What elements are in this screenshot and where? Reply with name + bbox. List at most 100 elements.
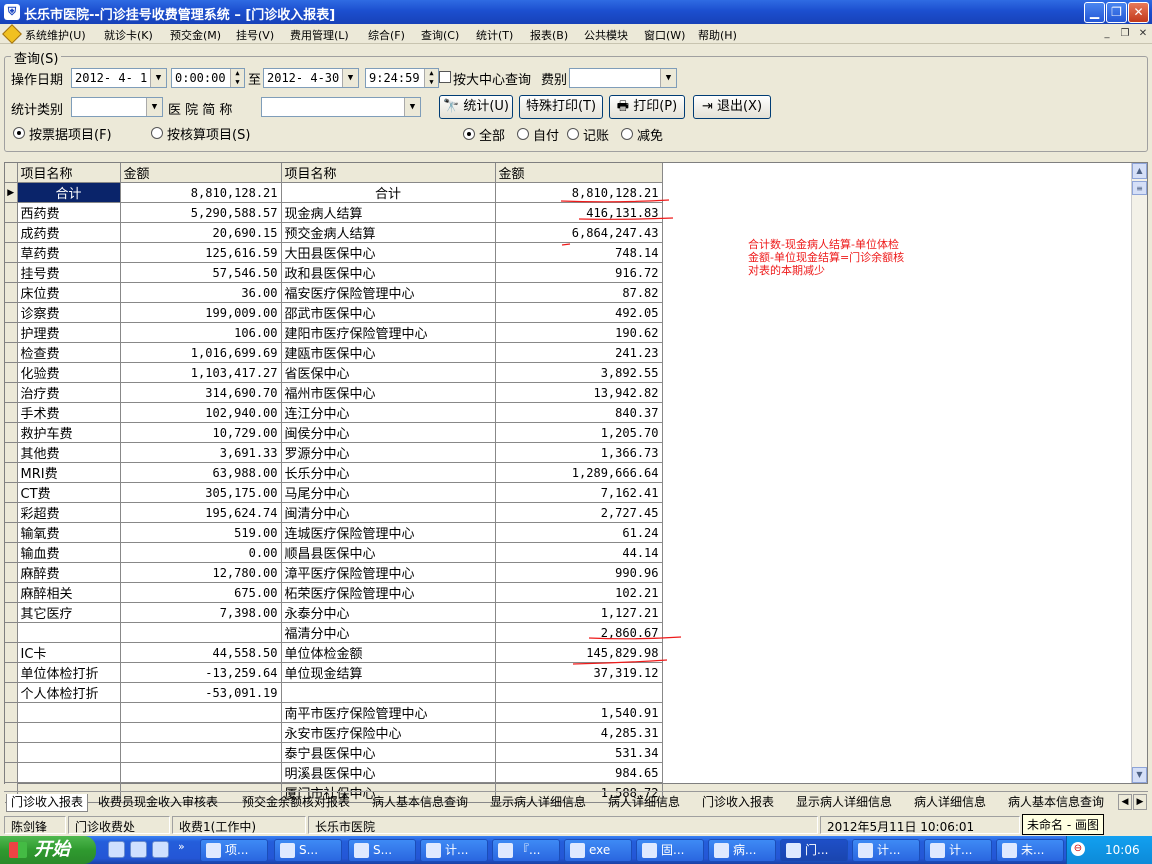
vertical-scrollbar[interactable]: ▲ ≡ ▼ [1131, 163, 1147, 783]
table-row[interactable]: 永安市医疗保险中心 4,285.31 [5, 722, 663, 743]
table-cell[interactable]: 南平市医疗保险管理中心 [281, 702, 496, 723]
table-cell[interactable] [120, 722, 282, 743]
close-button[interactable]: ✕ [1128, 2, 1149, 23]
mdi-minimize-icon[interactable]: _ [1100, 28, 1114, 41]
menu-system[interactable]: 系统维护(U) [25, 27, 86, 43]
table-cell[interactable]: 1,540.91 [495, 702, 663, 723]
menu-prepay[interactable]: 预交金(M) [170, 27, 221, 43]
tab-scroll-left-icon[interactable]: ◀ [1118, 794, 1132, 810]
table-cell[interactable] [281, 682, 496, 703]
mdi-restore-icon[interactable]: ❐ [1118, 28, 1132, 41]
scroll-down-icon[interactable]: ▼ [1132, 767, 1147, 783]
maximize-button[interactable]: ❐ [1106, 2, 1127, 23]
table-row[interactable]: 个人体检打折 -53,091.19 [5, 682, 663, 703]
taskbar-button[interactable]: 门... [780, 839, 848, 862]
menu-register[interactable]: 挂号(V) [236, 27, 274, 43]
taskbar-button[interactable]: 计... [420, 839, 488, 862]
menu-query[interactable]: 查询(C) [421, 27, 459, 43]
tab-scroll-right-icon[interactable]: ▶ [1133, 794, 1147, 810]
menu-window[interactable]: 窗口(W) [644, 27, 685, 43]
chevron-down-icon[interactable]: ▼ [342, 69, 358, 87]
print-button[interactable]: 🖶 打印(P) [609, 95, 685, 119]
table-cell[interactable]: 4,285.31 [495, 722, 663, 743]
taskbar-button[interactable]: 计... [852, 839, 920, 862]
quicklaunch-browser-icon[interactable] [152, 841, 169, 858]
table-row[interactable]: 明溪县医保中心 984.65 [5, 762, 663, 783]
start-button[interactable]: 开始 [0, 836, 96, 864]
chevron-down-icon[interactable]: ▼ [404, 98, 420, 116]
menu-common[interactable]: 公共模块 [584, 27, 628, 43]
radio-free[interactable] [621, 128, 633, 140]
table-cell[interactable]: 984.65 [495, 762, 663, 783]
quicklaunch-desktop-icon[interactable] [108, 841, 125, 858]
taskbar-button[interactable]: 病... [708, 839, 776, 862]
menu-card[interactable]: 就诊卡(K) [104, 27, 153, 43]
spin-icon[interactable]: ▲ ▼ [230, 69, 244, 87]
start-time-field[interactable]: 0:00:00 ▲ ▼ [171, 68, 245, 88]
chevron-down-icon[interactable]: ▼ [150, 69, 166, 87]
menu-help[interactable]: 帮助(H) [698, 27, 737, 43]
table-row[interactable]: 南平市医疗保险管理中心 1,540.91 [5, 702, 663, 723]
center-query-checkbox[interactable] [439, 71, 451, 83]
taskbar-button[interactable]: 计... [924, 839, 992, 862]
taskbar-button[interactable]: S... [274, 839, 342, 862]
end-time-field[interactable]: 9:24:59 ▲ ▼ [365, 68, 439, 88]
chevron-down-icon[interactable]: ▼ [660, 69, 676, 87]
radio-self[interactable] [517, 128, 529, 140]
taskbar-button[interactable]: 『... [492, 839, 560, 862]
table-cell[interactable]: 明溪县医保中心 [281, 762, 496, 783]
tab-item[interactable]: 显示病人详细信息 [486, 794, 590, 812]
table-cell[interactable] [120, 742, 282, 763]
tab-item[interactable]: 收费员现金收入审核表 [94, 794, 222, 812]
tab-item[interactable]: 病人详细信息 [604, 794, 684, 812]
chevron-down-icon[interactable]: ▼ [146, 98, 162, 116]
table-cell[interactable] [17, 742, 121, 763]
table-cell[interactable]: -53,091.19 [120, 682, 282, 703]
scroll-thumb[interactable]: ≡ [1132, 181, 1147, 195]
table-row[interactable]: 泰宁县医保中心 531.34 [5, 742, 663, 763]
table-cell[interactable] [120, 702, 282, 723]
table-cell[interactable]: 永安市医疗保险中心 [281, 722, 496, 743]
quicklaunch-more-icon[interactable]: » [178, 840, 185, 853]
menu-report[interactable]: 报表(B) [530, 27, 568, 43]
end-date-picker[interactable]: 2012- 4-30 ▼ [263, 68, 359, 88]
start-date-picker[interactable]: 2012- 4- 1 ▼ [71, 68, 167, 88]
taskbar-button[interactable]: 项... [200, 839, 268, 862]
system-menu-icon[interactable] [2, 24, 22, 44]
radio-by-ticket[interactable] [13, 127, 25, 139]
tab-item[interactable]: 病人基本信息查询 [368, 794, 472, 812]
quicklaunch-media-icon[interactable] [130, 841, 147, 858]
special-print-button[interactable]: 特殊打印(T) [519, 95, 603, 119]
income-report-grid[interactable]: 项目名称 金额 项目名称 金额 ▶ 合计 8,810,128.21 合计 8,810,128.2… [4, 162, 1148, 803]
taskbar-button[interactable]: exe [564, 839, 632, 862]
table-cell[interactable]: 泰宁县医保中心 [281, 742, 496, 763]
table-cell[interactable] [495, 682, 663, 703]
title-bar[interactable]: ⛨ 长乐市医院--门诊挂号收费管理系统 – [门诊收入报表] ▁ ❐ ✕ [0, 0, 1152, 24]
taskbar-button[interactable]: S... [348, 839, 416, 862]
table-cell[interactable]: 531.34 [495, 742, 663, 763]
tab-item[interactable]: 门诊收入报表 [698, 794, 778, 812]
menu-statistics[interactable]: 统计(T) [476, 27, 513, 43]
table-cell[interactable] [17, 762, 121, 783]
tab-item[interactable]: 门诊收入报表 [6, 794, 89, 812]
fee-type-select[interactable]: ▼ [569, 68, 677, 88]
taskbar-button[interactable]: 固... [636, 839, 704, 862]
minimize-button[interactable]: ▁ [1084, 2, 1105, 23]
tab-item[interactable]: 病人基本信息查询 [1004, 794, 1108, 812]
table-cell[interactable]: 个人体检打折 [17, 682, 121, 703]
radio-by-account[interactable] [151, 127, 163, 139]
table-cell[interactable] [17, 722, 121, 743]
table-cell[interactable] [17, 702, 121, 723]
tab-item[interactable]: 病人详细信息 [910, 794, 990, 812]
menu-general[interactable]: 综合(F) [368, 27, 405, 43]
spin-icon[interactable]: ▲ ▼ [424, 69, 438, 87]
stat-category-select[interactable]: ▼ [71, 97, 163, 117]
tab-item[interactable]: 显示病人详细信息 [792, 794, 896, 812]
radio-all[interactable] [463, 128, 475, 140]
tab-item[interactable]: 预交金余额核对报表 [238, 794, 354, 812]
scroll-up-icon[interactable]: ▲ [1132, 163, 1147, 179]
hospital-select[interactable]: ▼ [261, 97, 421, 117]
mdi-close-icon[interactable]: ✕ [1136, 28, 1150, 41]
stop-icon[interactable]: ⊖ [1071, 842, 1085, 856]
stat-button[interactable]: 🔭 统计(U) [439, 95, 513, 119]
